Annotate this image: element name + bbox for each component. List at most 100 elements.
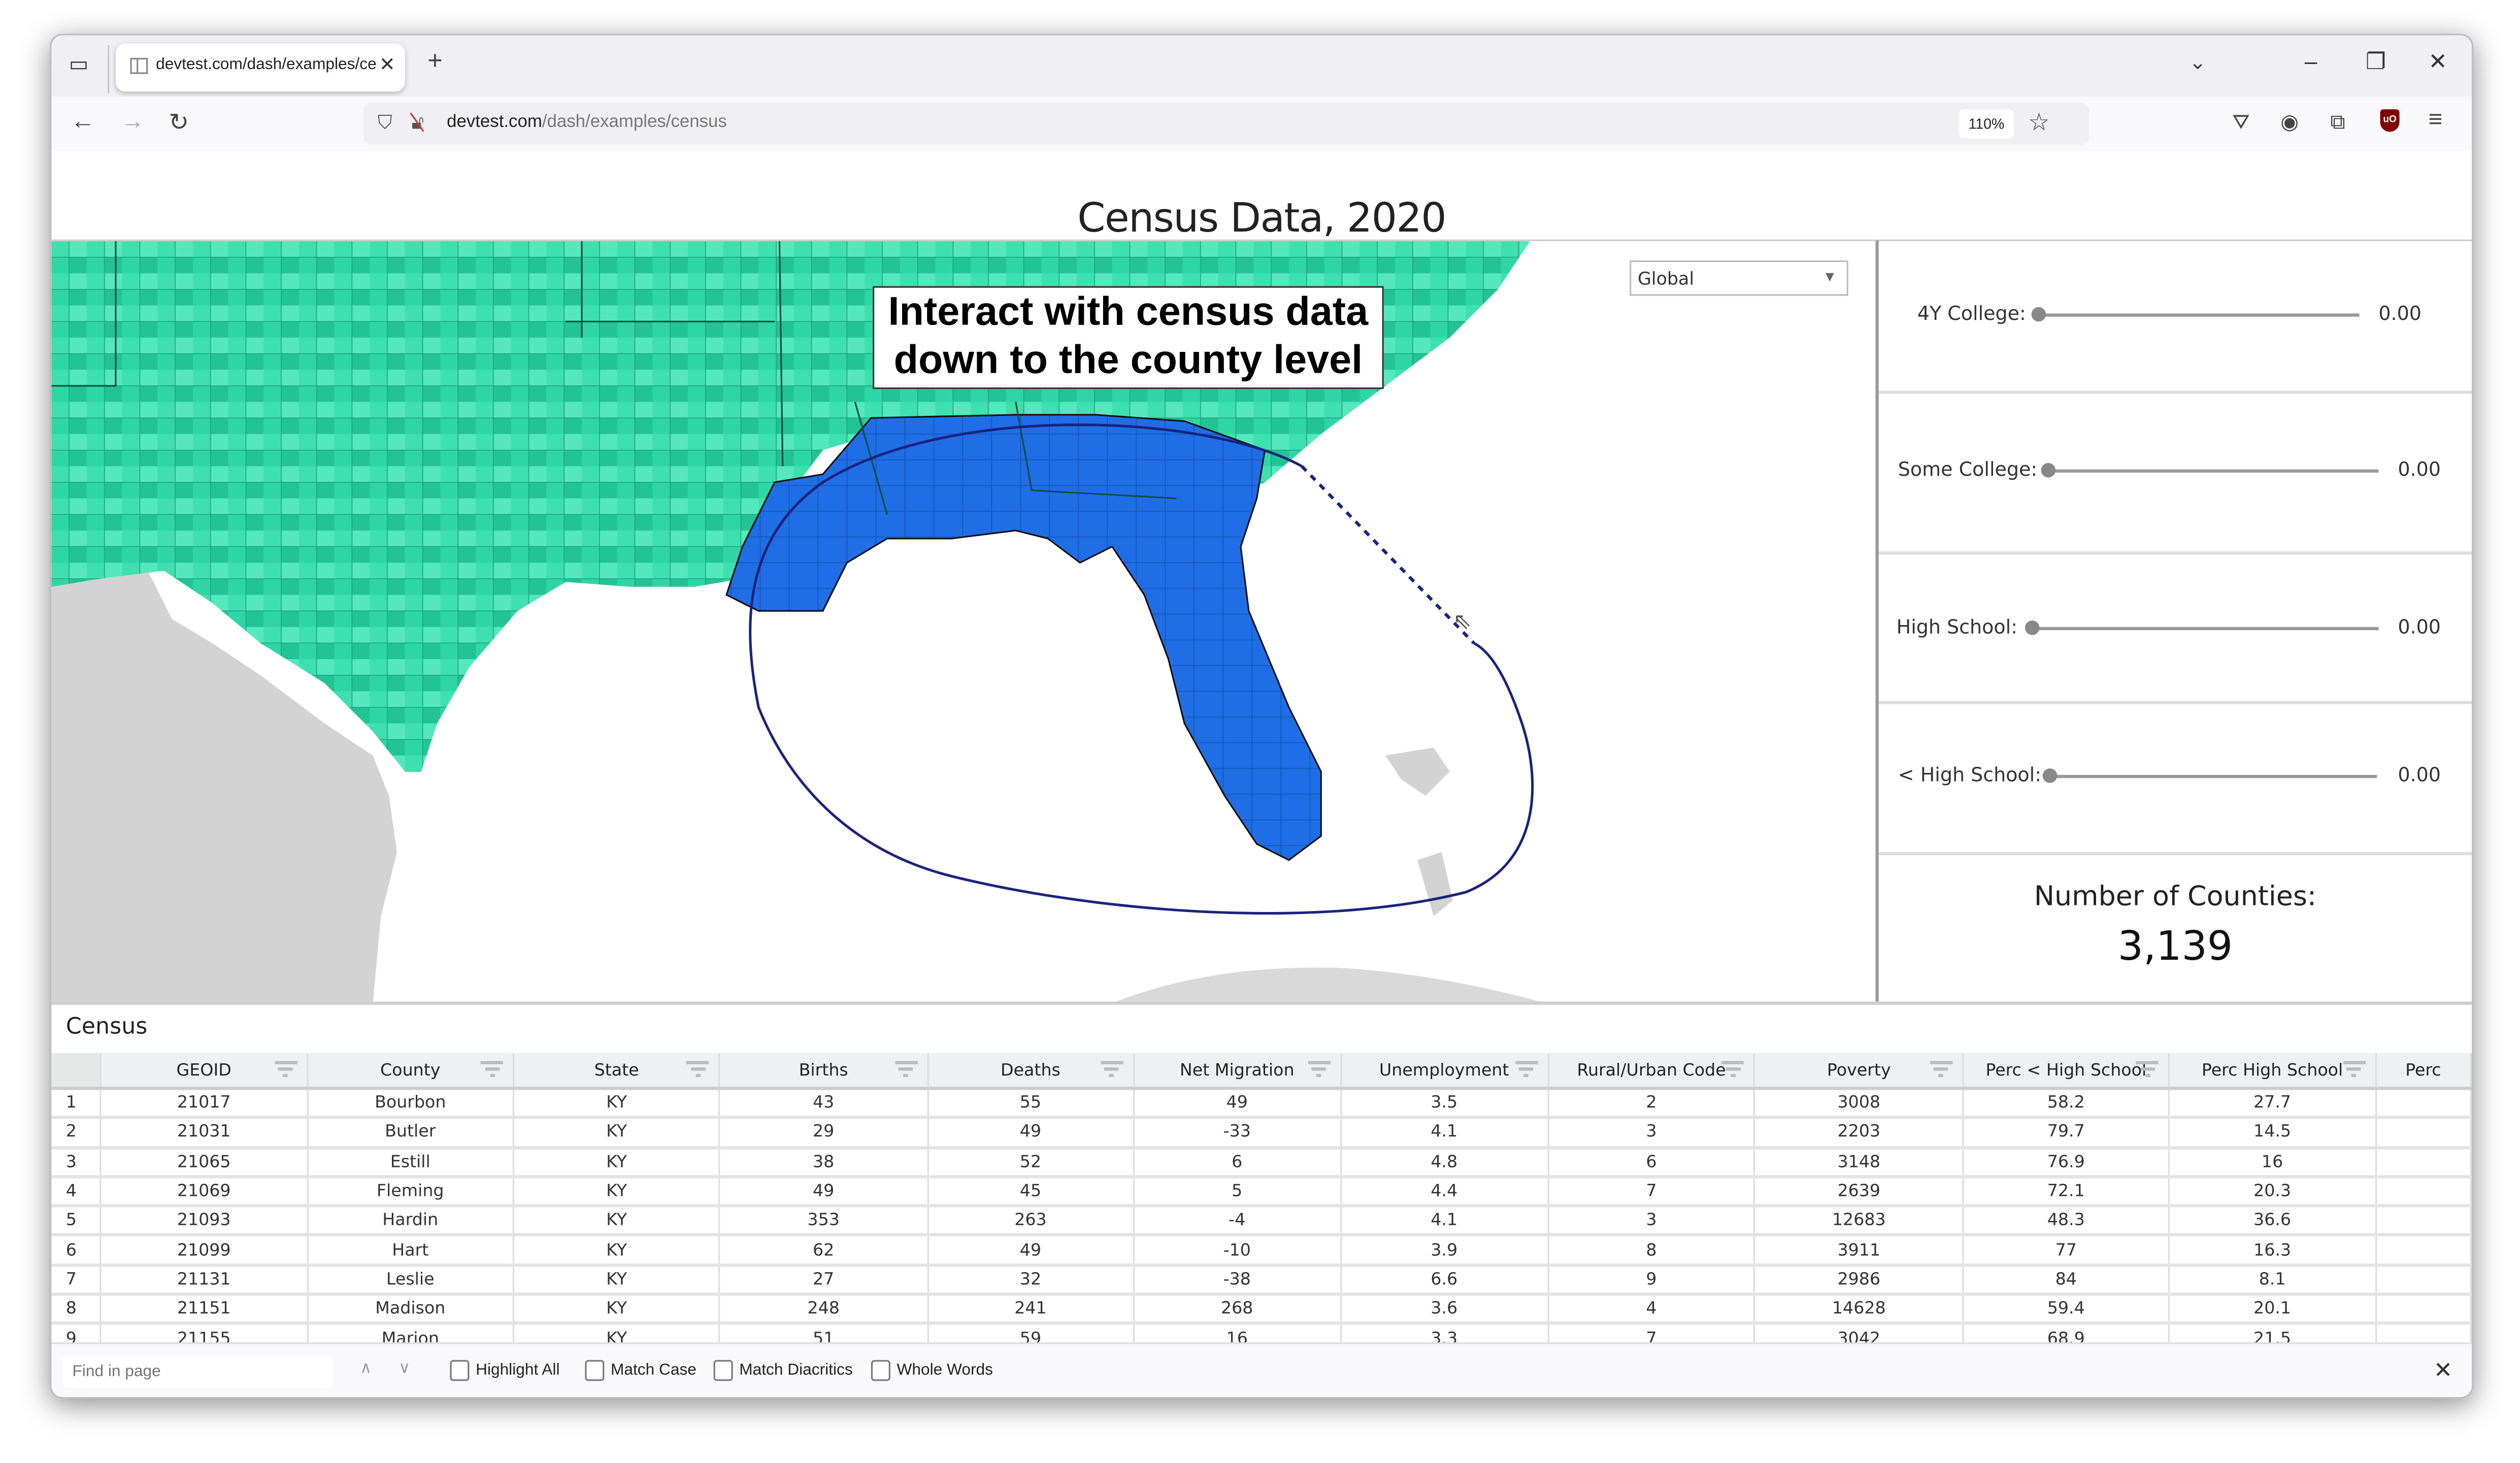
table-cell[interactable]: 76.9: [1963, 1147, 2170, 1179]
table-cell[interactable]: [2375, 1118, 2472, 1149]
table-cell[interactable]: Bourbon: [307, 1088, 515, 1120]
account-icon[interactable]: ◉: [2280, 109, 2299, 135]
find-input-wrap[interactable]: [62, 1355, 333, 1388]
row-number[interactable]: 6: [51, 1235, 102, 1267]
table-cell[interactable]: 2986: [1754, 1264, 1964, 1296]
new-tab-button[interactable]: +: [427, 48, 443, 77]
pocket-icon[interactable]: ⛛: [2232, 109, 2250, 135]
find-previous-button[interactable]: ∧: [360, 1360, 372, 1378]
table-cell[interactable]: 6.6: [1340, 1264, 1549, 1296]
table-cell[interactable]: 27: [719, 1264, 929, 1296]
table-cell[interactable]: 59.4: [1963, 1294, 2170, 1325]
table-row[interactable]: 3 21065 Estill KY 38 52 6 4.8 6 3148 76.9 16: [51, 1147, 2472, 1179]
table-cell[interactable]: 8.1: [2169, 1264, 2376, 1296]
table-cell[interactable]: Butler: [307, 1118, 515, 1149]
table-cell[interactable]: 248: [719, 1294, 929, 1325]
row-number[interactable]: 4: [51, 1177, 102, 1208]
table-cell[interactable]: 2: [1548, 1088, 1756, 1120]
slider-thumb[interactable]: [2041, 463, 2056, 478]
table-cell[interactable]: [2375, 1294, 2472, 1325]
table-cell[interactable]: 43: [719, 1088, 929, 1120]
restore-button[interactable]: ❐: [2366, 48, 2386, 76]
checkbox-box[interactable]: [585, 1360, 605, 1381]
filter-icon[interactable]: [1101, 1061, 1123, 1078]
table-cell[interactable]: 2639: [1754, 1177, 1964, 1208]
zoom-level-badge[interactable]: 110%: [1959, 109, 2014, 139]
close-window-button[interactable]: ✕: [2429, 48, 2447, 76]
table-row[interactable]: 8 21151 Madison KY 248 241 268 3.6 4 14628 59.4 20.…: [51, 1294, 2472, 1325]
table-cell[interactable]: 21093: [101, 1206, 308, 1238]
column-header[interactable]: Births: [719, 1053, 929, 1090]
table-cell[interactable]: KY: [513, 1206, 721, 1238]
table-row[interactable]: 5 21093 Hardin KY 353 263 -4 4.1 3 12683 48.3 36.6: [51, 1206, 2472, 1238]
table-cell[interactable]: 21031: [101, 1118, 308, 1149]
row-number[interactable]: 2: [51, 1118, 102, 1149]
find-in-page-input[interactable]: [62, 1356, 333, 1388]
table-cell[interactable]: 49: [1134, 1088, 1341, 1120]
slider-some-college[interactable]: [2041, 463, 2379, 478]
row-number[interactable]: 1: [51, 1088, 102, 1120]
table-cell[interactable]: -10: [1134, 1235, 1341, 1267]
slider-4y-college[interactable]: [2031, 307, 2360, 322]
extensions-icon[interactable]: ⧉: [2330, 109, 2345, 135]
table-cell[interactable]: 20.3: [2169, 1177, 2376, 1208]
table-cell[interactable]: KY: [513, 1235, 721, 1267]
whole-words-checkbox[interactable]: Whole Words: [871, 1360, 993, 1382]
tab-groups-icon[interactable]: ▭: [64, 51, 93, 80]
table-cell[interactable]: 3008: [1754, 1088, 1964, 1120]
table-cell[interactable]: 4.1: [1340, 1206, 1549, 1238]
table-cell[interactable]: 27.7: [2169, 1088, 2376, 1120]
url-text[interactable]: devtest.com/dash/examples/census: [447, 113, 727, 132]
menu-icon[interactable]: ≡: [2429, 106, 2443, 134]
table-cell[interactable]: 6: [1134, 1147, 1341, 1179]
tracking-shield-icon[interactable]: ⛉: [378, 111, 392, 135]
table-cell[interactable]: 14.5: [2169, 1118, 2376, 1149]
highlight-all-checkbox[interactable]: Highlight All: [450, 1360, 560, 1382]
tab-census[interactable]: devtest.com/dash/examples/census ✕: [115, 43, 405, 92]
table-cell[interactable]: [2375, 1264, 2472, 1296]
column-header[interactable]: State: [513, 1053, 721, 1090]
filter-icon[interactable]: [894, 1061, 917, 1078]
table-cell[interactable]: 4.1: [1340, 1118, 1549, 1149]
filter-icon[interactable]: [1930, 1061, 1953, 1078]
table-cell[interactable]: 20.1: [2169, 1294, 2376, 1325]
close-find-bar-icon[interactable]: ✕: [2434, 1357, 2452, 1384]
table-cell[interactable]: 79.7: [1963, 1118, 2170, 1149]
table-cell[interactable]: 4.8: [1340, 1147, 1549, 1179]
table-cell[interactable]: 21065: [101, 1147, 308, 1179]
filter-icon[interactable]: [1722, 1061, 1745, 1078]
checkbox-box[interactable]: [871, 1360, 890, 1381]
table-cell[interactable]: 263: [927, 1206, 1135, 1238]
slider-thumb[interactable]: [2031, 307, 2046, 322]
row-number[interactable]: 8: [51, 1294, 102, 1325]
find-next-button[interactable]: ∨: [399, 1360, 410, 1378]
table-cell[interactable]: 49: [719, 1177, 929, 1208]
table-cell[interactable]: 38: [719, 1147, 929, 1179]
region-dropdown[interactable]: Global ▼: [1630, 260, 1848, 296]
table-cell[interactable]: 241: [927, 1294, 1135, 1325]
row-number[interactable]: 7: [51, 1264, 102, 1296]
table-cell[interactable]: 2203: [1754, 1118, 1964, 1149]
row-number[interactable]: 5: [51, 1206, 102, 1238]
match-case-checkbox[interactable]: Match Case: [585, 1360, 697, 1382]
table-cell[interactable]: 62: [719, 1235, 929, 1267]
slider-thumb[interactable]: [2025, 620, 2040, 635]
table-cell[interactable]: 21131: [101, 1264, 308, 1296]
filter-icon[interactable]: [2136, 1061, 2159, 1078]
table-cell[interactable]: [2375, 1206, 2472, 1238]
table-cell[interactable]: 21151: [101, 1294, 308, 1325]
match-diacritics-checkbox[interactable]: Match Diacritics: [713, 1360, 853, 1382]
table-cell[interactable]: 36.6: [2169, 1206, 2376, 1238]
filter-icon[interactable]: [1515, 1061, 1538, 1078]
list-tabs-chevron-icon[interactable]: ⌄: [2189, 50, 2207, 76]
table-cell[interactable]: KY: [513, 1294, 721, 1325]
table-cell[interactable]: KY: [513, 1264, 721, 1296]
column-header[interactable]: Rural/Urban Code: [1548, 1053, 1756, 1090]
row-number[interactable]: 3: [51, 1147, 102, 1179]
table-cell[interactable]: 9: [1548, 1264, 1756, 1296]
table-cell[interactable]: 3911: [1754, 1235, 1964, 1267]
table-cell[interactable]: 14628: [1754, 1294, 1964, 1325]
table-cell[interactable]: KY: [513, 1118, 721, 1149]
table-cell[interactable]: 3.5: [1340, 1088, 1549, 1120]
filter-icon[interactable]: [2342, 1061, 2365, 1078]
